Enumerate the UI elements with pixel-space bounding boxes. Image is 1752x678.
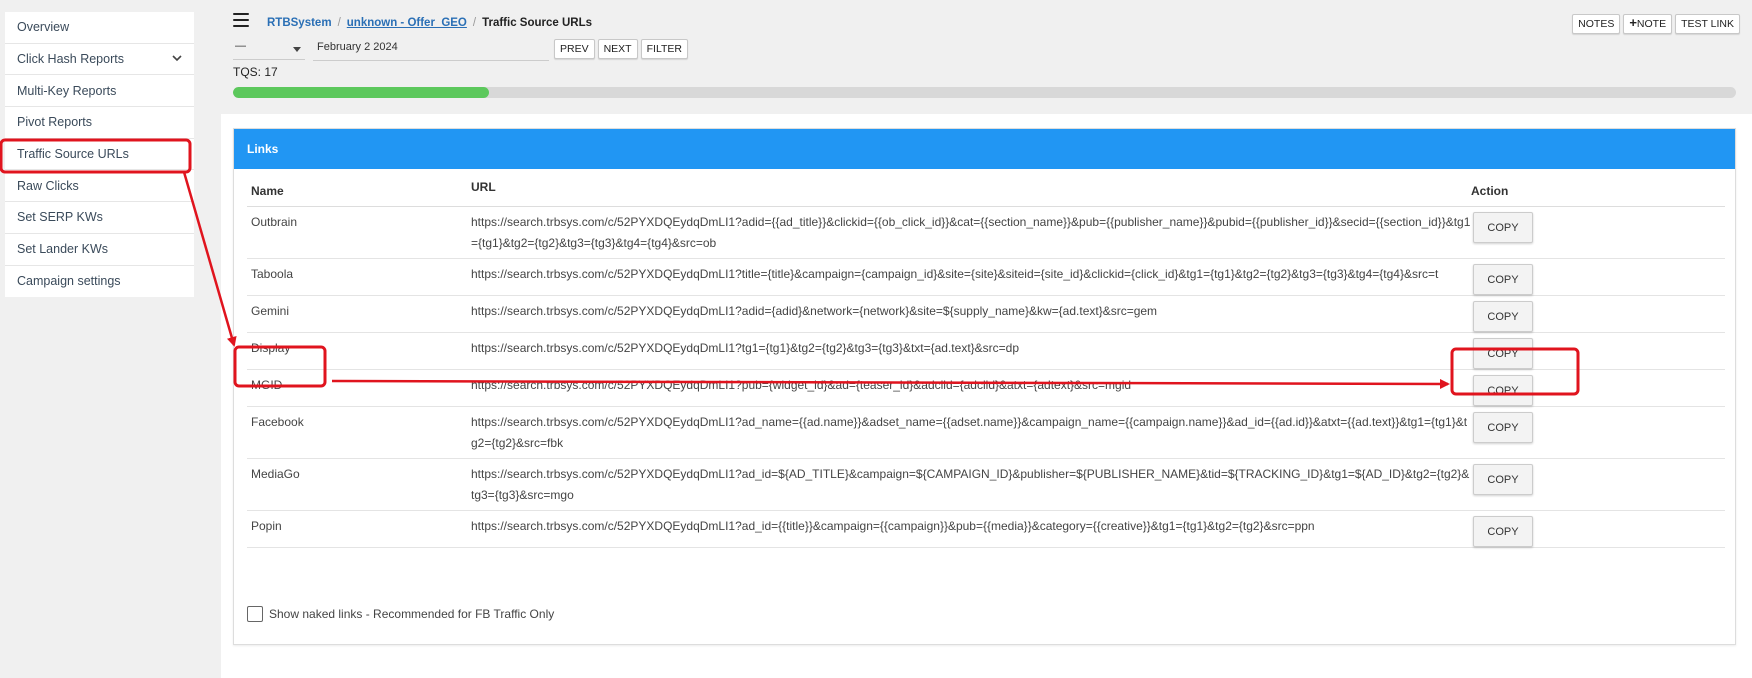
sidebar-item-raw-clicks[interactable]: Raw Clicks (5, 170, 194, 203)
copy-button-popin[interactable]: COPY (1473, 516, 1533, 547)
sidebar-item-set-serp-kws[interactable]: Set SERP KWs (5, 202, 194, 234)
sidebar-item-label: Pivot Reports (17, 115, 93, 130)
row-name: Outbrain (251, 215, 298, 229)
copy-button-facebook[interactable]: COPY (1473, 412, 1533, 443)
table-row-gemini: Gemini https://search.trbsys.com/c/52PYX… (247, 296, 1725, 333)
breadcrumb-link-rtbsystem[interactable]: RTBSystem (267, 17, 332, 29)
plus-icon: + (1629, 15, 1637, 30)
table-row-popin: Popin https://search.trbsys.com/c/52PYXD… (247, 511, 1725, 548)
sidebar-item-click-hash-reports[interactable]: Click Hash Reports (5, 44, 194, 76)
copy-button-display[interactable]: COPY (1473, 338, 1533, 369)
copy-button-gemini[interactable]: COPY (1473, 301, 1533, 332)
breadcrumb: RTBSystem / unknown - Offer_GEO / Traffi… (267, 17, 592, 29)
table-row-display: Display https://search.trbsys.com/c/52PY… (247, 333, 1725, 370)
caret-down-icon (293, 47, 301, 52)
row-name: Popin (251, 519, 282, 533)
row-name: Facebook (251, 415, 304, 429)
naked-links-option: Show naked links - Recommended for FB Tr… (247, 606, 554, 622)
naked-links-checkbox[interactable] (247, 606, 263, 622)
sidebar-menu: Overview Click Hash Reports Multi-Key Re… (5, 12, 194, 298)
notes-button[interactable]: NOTES (1572, 14, 1621, 34)
sidebar-item-label: Overview (17, 20, 70, 35)
row-url: https://search.trbsys.com/c/52PYXDQEydqD… (471, 378, 1132, 392)
column-header-action: Action (1471, 184, 1509, 198)
notes-button-label: NOTES (1578, 18, 1615, 30)
table-row-mgid: MGID https://search.trbsys.com/c/52PYXDQ… (247, 370, 1725, 407)
row-name: Display (251, 341, 291, 355)
filter-button-label: FILTER (646, 43, 683, 55)
table-header: Name URL Action (247, 179, 1725, 207)
row-url: https://search.trbsys.com/c/52PYXDQEydqD… (471, 267, 1439, 281)
test-link-button-label: TEST LINK (1681, 18, 1734, 30)
tqs-progress-fill (233, 87, 489, 98)
table-row-taboola: Taboola https://search.trbsys.com/c/52PY… (247, 259, 1725, 296)
links-table: Name URL Action Outbrain https://search.… (247, 179, 1725, 548)
sidebar-item-label: Raw Clicks (17, 178, 79, 193)
row-url: https://search.trbsys.com/c/52PYXDQEydqD… (471, 215, 1471, 250)
copy-button-outbrain[interactable]: COPY (1473, 212, 1533, 243)
sidebar-item-traffic-source-urls[interactable]: Traffic Source URLs (5, 139, 194, 171)
sidebar-item-multi-key-reports[interactable]: Multi-Key Reports (5, 75, 194, 108)
sidebar-item-label: Multi-Key Reports (17, 83, 117, 98)
test-link-button[interactable]: TEST LINK (1675, 14, 1740, 34)
sidebar-item-campaign-settings[interactable]: Campaign settings (5, 266, 194, 298)
links-card-title: Links (234, 129, 1735, 169)
row-url: https://search.trbsys.com/c/52PYXDQEydqD… (471, 304, 1158, 318)
prev-button[interactable]: PREV (554, 39, 595, 59)
copy-button-mediago[interactable]: COPY (1473, 464, 1533, 495)
range-select[interactable]: — (233, 40, 305, 60)
tqs-label: TQS: 17 (233, 65, 278, 79)
breadcrumb-separator: / (337, 17, 341, 29)
add-note-button-label: NOTE (1636, 18, 1667, 30)
column-header-name: Name (251, 184, 284, 198)
table-row-mediago: MediaGo https://search.trbsys.com/c/52PY… (247, 459, 1725, 511)
main-content: RTBSystem / unknown - Offer_GEO / Traffi… (221, 0, 1752, 678)
next-button-label: NEXT (603, 43, 632, 55)
copy-button-taboola[interactable]: COPY (1473, 264, 1533, 295)
chevron-down-icon (172, 55, 182, 61)
table-row-outbrain: Outbrain https://search.trbsys.com/c/52P… (247, 207, 1725, 259)
copy-button-mgid[interactable]: COPY (1473, 375, 1533, 406)
sidebar-item-label: Set Lander KWs (17, 242, 109, 257)
sidebar: Overview Click Hash Reports Multi-Key Re… (0, 0, 202, 678)
date-field[interactable]: February 2 2024 (313, 39, 549, 61)
range-select-value: — (235, 40, 246, 52)
sidebar-item-pivot-reports[interactable]: Pivot Reports (5, 107, 194, 139)
header-actions: NOTES +NOTE TEST LINK (1572, 14, 1740, 34)
row-name: MediaGo (251, 467, 300, 481)
date-navigation: PREV NEXT FILTER (554, 39, 689, 59)
page-title: Traffic Source URLs (482, 17, 593, 29)
filter-button[interactable]: FILTER (640, 39, 689, 59)
breadcrumb-separator: / (472, 17, 477, 29)
breadcrumb-link-campaign[interactable]: unknown - Offer_GEO (347, 17, 467, 29)
hamburger-menu-icon[interactable] (233, 13, 249, 27)
column-header-url: URL (471, 180, 496, 194)
prev-button-label: PREV (560, 43, 589, 55)
sidebar-item-label: Campaign settings (17, 274, 121, 289)
row-url: https://search.trbsys.com/c/52PYXDQEydqD… (471, 467, 1470, 502)
sidebar-item-label: Set SERP KWs (17, 210, 103, 225)
header: RTBSystem / unknown - Offer_GEO / Traffi… (221, 0, 1752, 114)
table-row-facebook: Facebook https://search.trbsys.com/c/52P… (247, 407, 1725, 459)
sidebar-item-label: Traffic Source URLs (17, 147, 129, 162)
row-url: https://search.trbsys.com/c/52PYXDQEydqD… (471, 519, 1315, 533)
sidebar-item-set-lander-kws[interactable]: Set Lander KWs (5, 234, 194, 266)
date-field-value: February 2 2024 (317, 41, 398, 53)
next-button[interactable]: NEXT (597, 39, 638, 59)
date-controls: — February 2 2024 (233, 39, 549, 61)
row-name: Gemini (251, 304, 290, 318)
sidebar-item-overview[interactable]: Overview (5, 12, 194, 44)
add-note-button[interactable]: +NOTE (1623, 14, 1673, 34)
row-url: https://search.trbsys.com/c/52PYXDQEydqD… (471, 415, 1468, 450)
row-name: Taboola (251, 267, 294, 281)
tqs-progress-bar (233, 87, 1736, 98)
row-name: MGID (251, 378, 283, 392)
links-card: Links Name URL Action Outbrain https://s… (233, 128, 1736, 645)
sidebar-item-label: Click Hash Reports (17, 52, 124, 67)
row-url: https://search.trbsys.com/c/52PYXDQEydqD… (471, 341, 1020, 355)
naked-links-label: Show naked links - Recommended for FB Tr… (269, 607, 555, 621)
